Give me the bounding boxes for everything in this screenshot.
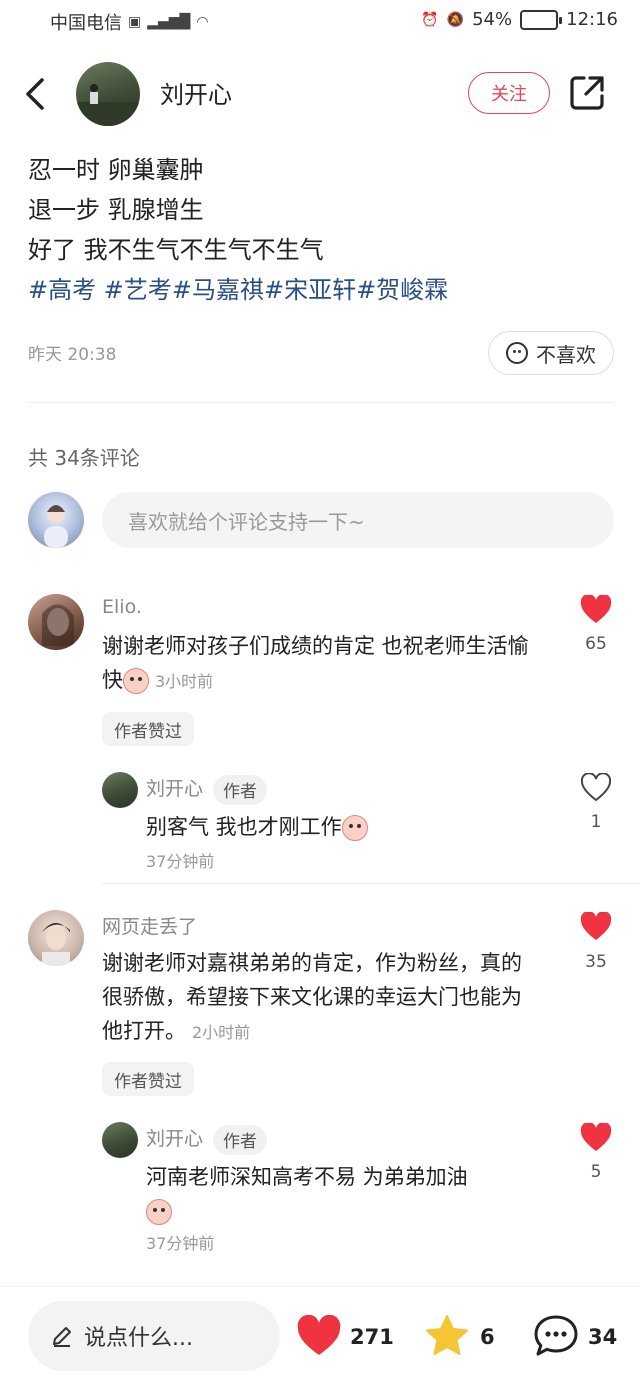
reply-user-row: 刘开心 作者 <box>146 1124 268 1155</box>
comment-time: 2小时前 <box>192 1023 251 1042</box>
post-body: 忍一时 卵巢囊肿 退一步 乳腺增生 好了 我不生气不生气不生气 #高考 #艺考#… <box>28 150 618 310</box>
commenter-avatar[interactable] <box>28 594 84 650</box>
comment-divider <box>102 883 640 884</box>
post-line: 好了 我不生气不生气不生气 <box>28 236 324 264</box>
comment-body: 谢谢老师对嘉祺弟弟的肯定，作为粉丝，真的很骄傲，希望接下来文化课的幸运大门也能为… <box>102 951 522 1043</box>
follow-button[interactable]: 关注 <box>468 72 550 114</box>
my-avatar-figure <box>44 505 68 548</box>
signal-icon: ▂▄▆█ <box>147 14 191 30</box>
dislike-button[interactable]: 不喜欢 <box>488 331 614 375</box>
like-count: 5 <box>590 1162 602 1182</box>
say-something-label: 说点什么... <box>84 1326 193 1351</box>
comment-input[interactable]: 喜欢就给个评论支持一下~ <box>102 492 614 548</box>
comment-username[interactable]: Elio. <box>102 596 142 618</box>
back-icon[interactable] <box>18 72 54 116</box>
say-something-input[interactable]: 说点什么... <box>28 1301 280 1371</box>
post-timestamp: 昨天 20:38 <box>28 345 117 365</box>
star-icon[interactable] <box>424 1313 470 1359</box>
post-line: 退一步 乳腺增生 <box>28 196 204 224</box>
post-line: 忍一时 卵巢囊肿 <box>28 156 204 184</box>
section-divider <box>28 402 614 403</box>
author-avatar[interactable] <box>76 62 140 126</box>
emoji-icon <box>146 1199 172 1225</box>
author-liked-tag: 作者赞过 <box>102 712 194 746</box>
alarm-icon: ⏰ <box>421 11 439 28</box>
heart-filled-icon[interactable] <box>580 1123 612 1153</box>
author-tag: 作者 <box>213 774 268 805</box>
battery-percent: 54% <box>472 9 513 30</box>
share-icon[interactable] <box>568 72 608 112</box>
author-name[interactable]: 刘开心 <box>160 75 232 110</box>
heart-filled-icon[interactable] <box>580 595 612 625</box>
author-liked-tag: 作者赞过 <box>102 1062 194 1096</box>
wifi-icon: ◠ <box>196 14 209 30</box>
emoji-icon <box>341 815 368 841</box>
reply-text: 河南老师深知高考不易 为弟弟加油 <box>146 1160 536 1228</box>
post-header: 刘开心 关注 <box>0 44 640 140</box>
bottom-bar: 说点什么... 271 6 34 <box>0 1286 640 1387</box>
reply-username[interactable]: 刘开心 <box>146 778 203 800</box>
reply-user-row: 刘开心 作者 <box>146 774 268 805</box>
heart-filled-icon[interactable] <box>580 912 612 942</box>
avatar-figure <box>76 84 140 126</box>
reply-username[interactable]: 刘开心 <box>146 1128 203 1150</box>
comment-bubble-icon[interactable] <box>532 1313 580 1359</box>
pencil-icon <box>53 1327 71 1347</box>
battery-icon <box>520 9 563 30</box>
like-total: 271 <box>350 1325 394 1349</box>
comment-total: 34 <box>588 1325 618 1349</box>
like-count: 65 <box>585 634 607 654</box>
comment-time: 3小时前 <box>155 672 214 691</box>
like-icon[interactable] <box>296 1315 342 1357</box>
like-count: 1 <box>590 812 602 832</box>
reply-body: 别客气 我也才刚工作 <box>146 815 342 839</box>
like-count: 35 <box>585 952 607 972</box>
comment-text: 谢谢老师对嘉祺弟弟的肯定，作为粉丝，真的很骄傲，希望接下来文化课的幸运大门也能为… <box>102 946 532 1050</box>
heart-outline-icon[interactable] <box>580 773 612 803</box>
carrier-label: 中国电信 <box>50 13 122 34</box>
reply-time: 37分钟前 <box>146 1234 215 1253</box>
comment-count: 共 34条评论 <box>28 446 140 470</box>
reply-avatar[interactable] <box>102 772 138 808</box>
commenter-avatar-figure <box>42 604 74 646</box>
comment-username[interactable]: 网页走丢了 <box>102 912 197 939</box>
reply-time: 37分钟前 <box>146 852 215 871</box>
comment-text: 谢谢老师对孩子们成绩的肯定 也祝老师生活愉快 3小时前 <box>102 629 542 699</box>
hd-icon: ▣ <box>128 14 142 30</box>
reply-avatar[interactable] <box>102 1122 138 1158</box>
status-time: 12:16 <box>566 9 618 30</box>
commenter-avatar[interactable] <box>28 910 84 966</box>
commenter-avatar-figure <box>42 923 70 966</box>
my-avatar <box>28 492 84 548</box>
reply-text: 别客气 我也才刚工作 <box>146 810 546 844</box>
reply-body: 河南老师深知高考不易 为弟弟加油 <box>146 1165 468 1189</box>
mute-icon: 🔕 <box>446 11 465 28</box>
dislike-label: 不喜欢 <box>536 342 596 367</box>
star-total: 6 <box>480 1325 495 1349</box>
author-tag: 作者 <box>213 1124 268 1155</box>
emoji-icon <box>123 668 149 694</box>
sad-face-icon <box>506 342 528 364</box>
post-hashtags[interactable]: #高考 #艺考#马嘉祺#宋亚轩#贺峻霖 <box>28 270 618 310</box>
status-bar: 中国电信 ▣ ▂▄▆█ ◠ ⏰ 🔕 54% 12:16 <box>0 0 640 44</box>
